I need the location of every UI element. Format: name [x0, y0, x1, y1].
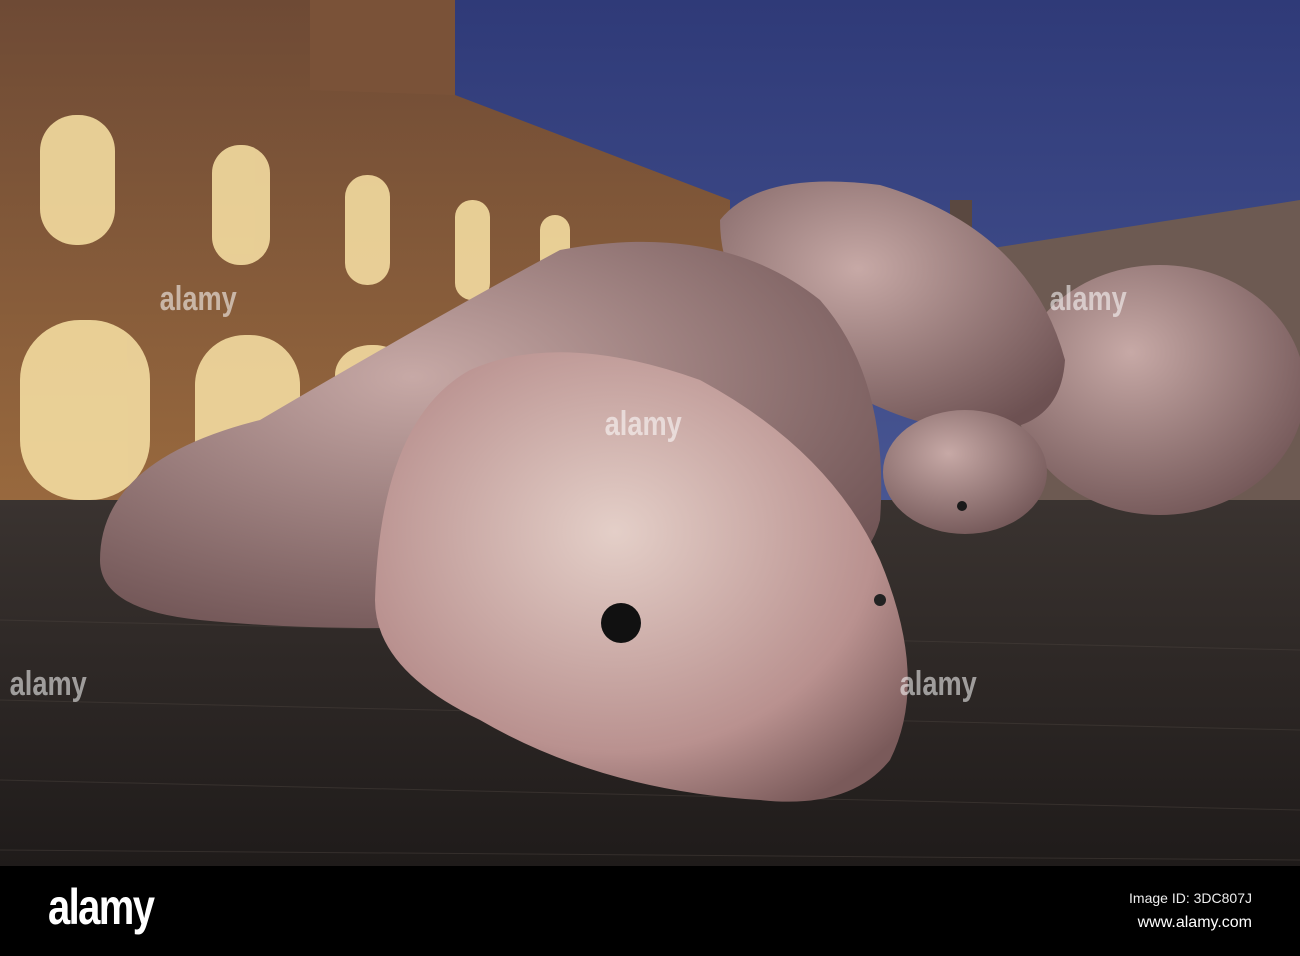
watermark: alamy — [159, 280, 237, 318]
rock-small — [883, 410, 1047, 534]
watermark: alamy — [899, 665, 977, 703]
watermark: alamy — [1049, 280, 1127, 318]
watermark: alamy — [604, 405, 682, 443]
watermark: alamy — [9, 665, 87, 703]
alamy-logo: alamy — [48, 879, 155, 935]
image-id: Image ID: 3DC807J — [1129, 890, 1252, 906]
website-link[interactable]: www.alamy.com — [1138, 914, 1252, 932]
footer-bar: alamy Image ID: 3DC807J www.alamy.com — [0, 866, 1300, 956]
photo-stage: alamy alamy alamy alamy alamy alamy Imag… — [0, 0, 1300, 956]
rock-eye — [601, 603, 641, 643]
